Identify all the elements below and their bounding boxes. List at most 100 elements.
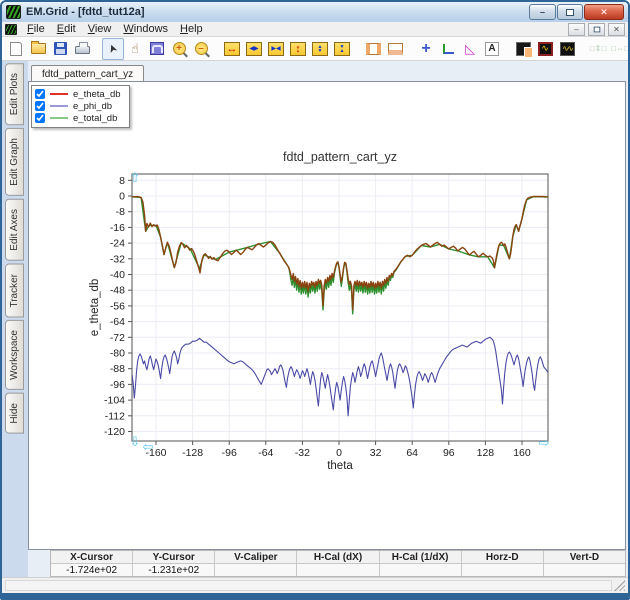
caliper-tool-icon[interactable]: [459, 38, 481, 60]
svg-text:32: 32: [370, 447, 382, 459]
legend-item-e_theta_db: e_theta_db: [35, 88, 121, 100]
new-icon[interactable]: [5, 38, 27, 60]
zoom-box-tool-icon[interactable]: [146, 38, 168, 60]
x-stretch-icon: [224, 42, 240, 56]
zoom-in-icon: [173, 42, 186, 55]
zoom-in-icon[interactable]: [168, 38, 190, 60]
sidebar-tab-hide[interactable]: Hide: [5, 393, 24, 434]
cursor-table-row: X-CursorY-CursorV-CaliperH-Cal (dX)H-Cal…: [51, 551, 625, 563]
svg-text:64: 64: [406, 447, 418, 459]
zoom-box-tool-icon: [150, 42, 164, 55]
cursor-table-header-cell: Horz-D: [462, 551, 544, 563]
x-expand-icon: [246, 42, 262, 56]
svg-text:⇩: ⇩: [130, 434, 141, 449]
cursor-table-value-cell: -1.724e+02: [51, 564, 133, 576]
plot-panel[interactable]: e_theta_dbe_phi_dbe_total_db 80-8-16-24-…: [28, 81, 626, 550]
axes-tool-icon: [443, 44, 454, 54]
split-vertical-icon: [366, 43, 381, 55]
mdi-minimize-button[interactable]: –: [568, 23, 585, 36]
legend-checkbox-e_theta_db[interactable]: [35, 89, 45, 99]
svg-text:-128: -128: [182, 447, 203, 459]
y-compress-icon[interactable]: [331, 38, 353, 60]
plot-style-icon: [516, 42, 531, 56]
legend-label: e_total_db: [73, 113, 117, 124]
svg-text:theta: theta: [327, 460, 353, 472]
close-button[interactable]: ✕: [584, 4, 624, 20]
x-stretch-icon[interactable]: [221, 38, 243, 60]
cursor-table-value-cell: [215, 564, 297, 576]
legend-line-swatch: [50, 105, 68, 107]
link-vertical-icon[interactable]: [587, 38, 609, 60]
pan-tool-icon[interactable]: [124, 38, 146, 60]
svg-text:128: 128: [477, 447, 495, 459]
svg-text:96: 96: [443, 447, 455, 459]
axes-tool-icon[interactable]: [437, 38, 459, 60]
cursor-table-header-cell: V-Caliper: [215, 551, 297, 563]
sidebar-tab-tracker[interactable]: Tracker: [5, 264, 24, 318]
pan-tool-icon: [131, 41, 139, 57]
cursor-table-header-cell: H-Cal (dX): [297, 551, 379, 563]
split-horizontal-icon[interactable]: [384, 38, 406, 60]
zoom-out-icon[interactable]: [190, 38, 212, 60]
multi-graph-icon[interactable]: [556, 38, 578, 60]
menu-view[interactable]: View: [82, 23, 118, 35]
y-stretch-icon[interactable]: [287, 38, 309, 60]
menu-help[interactable]: Help: [174, 23, 209, 35]
multi-graph-icon: [560, 42, 575, 56]
crosshair-tool-icon[interactable]: [415, 38, 437, 60]
zoom-out-icon: [195, 42, 208, 55]
x-compress-icon: [268, 42, 284, 56]
cursor-table-value-cell: [380, 564, 462, 576]
y-expand-icon: [312, 42, 328, 56]
text-tool-icon[interactable]: [481, 38, 503, 60]
tab-fdtd-pattern-cart-yz[interactable]: fdtd_pattern_cart_yz: [31, 65, 144, 82]
print-icon[interactable]: [71, 38, 93, 60]
split-vertical-icon[interactable]: [362, 38, 384, 60]
link-horizontal-icon[interactable]: [609, 38, 628, 60]
legend-checkbox-e_phi_db[interactable]: [35, 101, 45, 111]
chart-canvas[interactable]: 80-8-16-24-32-40-48-56-64-72-80-88-96-10…: [29, 82, 625, 550]
mdi-restore-button[interactable]: [588, 23, 605, 36]
x-compress-icon[interactable]: [265, 38, 287, 60]
cursor-table-value-cell: -1.231e+02: [133, 564, 215, 576]
link-vertical-icon: [590, 44, 606, 53]
svg-text:⇧: ⇧: [130, 170, 141, 185]
body: Edit Plots Edit Graph Edit Axes Tracker Work…: [2, 61, 628, 577]
plot-style-icon[interactable]: [512, 38, 534, 60]
mdi-close-button[interactable]: ✕: [608, 23, 625, 36]
save-icon[interactable]: [49, 38, 71, 60]
app-logo-icon: [6, 5, 21, 19]
graph-view-icon[interactable]: [534, 38, 556, 60]
x-expand-icon[interactable]: [243, 38, 265, 60]
sidebar-tab-workspace[interactable]: Workspace: [5, 320, 24, 390]
restore-button[interactable]: [557, 4, 583, 20]
svg-text:-64: -64: [110, 316, 125, 328]
svg-text:⇦: ⇦: [143, 439, 154, 454]
graph-view-icon: [538, 42, 553, 56]
document-tab-bar: fdtd_pattern_cart_yz: [28, 61, 626, 81]
menu-windows[interactable]: Windows: [117, 23, 174, 35]
menu-edit[interactable]: Edit: [51, 23, 82, 35]
legend-checkbox-e_total_db[interactable]: [35, 113, 45, 123]
cursor-table-value-cell: [544, 564, 625, 576]
sidebar-tab-edit-axes[interactable]: Edit Axes: [5, 199, 24, 261]
new-icon: [10, 42, 22, 56]
resize-grip[interactable]: [614, 580, 625, 591]
status-message: [5, 580, 612, 591]
y-expand-icon[interactable]: [309, 38, 331, 60]
svg-text:160: 160: [513, 447, 531, 459]
title-bar[interactable]: EM.Grid - [fdtd_tut12a] – ✕: [2, 2, 628, 22]
select-tool-icon: [108, 42, 117, 55]
sidebar-tab-edit-graph[interactable]: Edit Graph: [5, 128, 24, 196]
menu-file[interactable]: File: [21, 23, 51, 35]
open-icon[interactable]: [27, 38, 49, 60]
document-logo-icon: [5, 24, 17, 35]
svg-text:-112: -112: [105, 410, 125, 422]
cursor-table-row: -1.724e+02-1.231e+02: [51, 563, 625, 576]
svg-text:-96: -96: [222, 447, 237, 459]
minimize-button[interactable]: –: [529, 4, 556, 20]
sidebar-tab-edit-plots[interactable]: Edit Plots: [5, 63, 24, 125]
svg-text:-24: -24: [110, 238, 125, 250]
crosshair-tool-icon: [421, 41, 430, 57]
select-tool-icon[interactable]: [102, 38, 124, 60]
